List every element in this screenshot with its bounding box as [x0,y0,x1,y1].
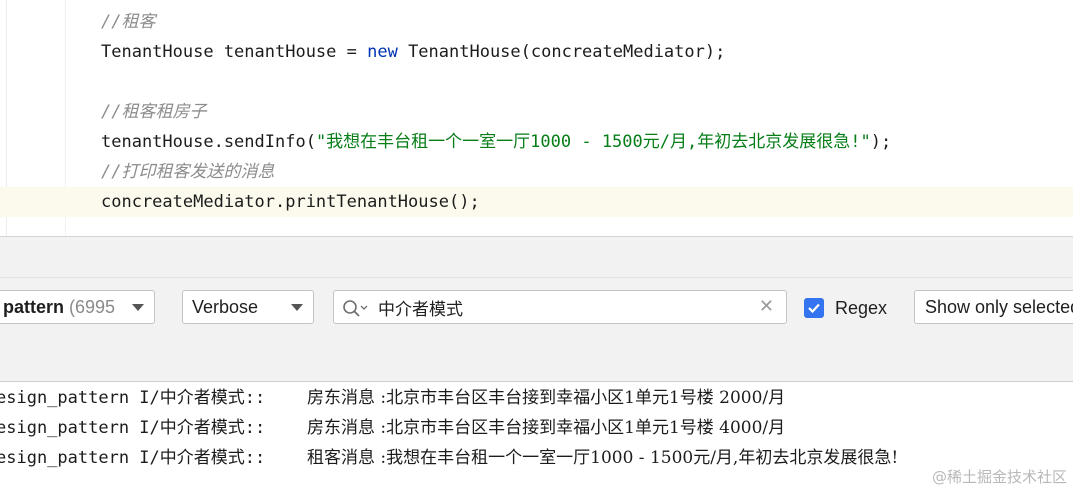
code-line[interactable] [0,67,1073,97]
code-text: //租客 [101,12,156,32]
logcat-header [0,237,1073,278]
code-text: tenantHouse.sendInfo("我想在丰台租一个一室一厅1000 -… [101,127,891,157]
search-field[interactable]: ✕ [333,290,787,324]
code-token: ); [870,132,892,152]
code-line[interactable]: concreateMediator.printTenantHouse(); [0,187,1073,217]
code-line[interactable]: } [0,217,1073,236]
log-level-label: Verbose [192,297,259,317]
logcat-toolbar: pattern (6995 Verbose ✕ Regex Show only … [0,278,1073,382]
watermark: @稀土掘金技术社区 [931,468,1067,486]
log-line[interactable]: esign_pattern I/中介者模式:: 租客消息 :我想在丰台租一个一室一… [0,443,1073,473]
search-icon[interactable] [342,297,368,323]
code-line[interactable]: //打印租客发送的消息 [0,157,1073,187]
regex-checkbox[interactable] [804,298,824,318]
process-label: pattern (6995 [3,297,116,317]
search-input[interactable] [378,293,748,321]
log-message: 租客消息 :我想在丰台租一个一室一厅1000 - 1500元/月,年初去北京发展… [307,448,899,468]
log-line[interactable]: esign_pattern I/中介者模式:: 房东消息 :北京市丰台区丰台接到幸… [0,413,1073,443]
filter-label: Show only selected [925,297,1073,317]
code-token: TenantHouse tenantHouse = [101,42,368,62]
log-level-select[interactable]: Verbose [182,290,314,324]
code-text: TenantHouse tenantHouse = new TenantHous… [101,37,725,67]
chevron-down-icon [132,304,144,311]
log-tag: esign_pattern I/中介者模式:: [0,418,266,438]
log-message: 房东消息 :北京市丰台区丰台接到幸福小区1单元1号楼 2000/月 [307,388,786,408]
chevron-down-icon [291,304,303,311]
code-token: TenantHouse(concreateMediator); [397,42,726,62]
code-line[interactable]: //租客租房子 [0,97,1073,127]
code-token: tenantHouse.sendInfo( [101,132,316,152]
code-line[interactable]: TenantHouse tenantHouse = new TenantHous… [0,37,1073,67]
log-message: 房东消息 :北京市丰台区丰台接到幸福小区1单元1号楼 4000/月 [307,418,786,438]
code-line[interactable]: //租客 [0,7,1073,37]
regex-label[interactable]: Regex [835,296,887,320]
code-text: concreateMediator.printTenantHouse(); [101,187,480,217]
code-editor[interactable]: //租客 TenantHouse tenantHouse = new Tenant… [0,0,1073,236]
log-tag: esign_pattern I/中介者模式:: [0,448,266,468]
code-text: //租客租房子 [101,102,207,122]
code-token: concreateMediator.printTenantHouse(); [101,192,480,212]
clear-icon[interactable]: ✕ [759,291,774,323]
log-tag: esign_pattern I/中介者模式:: [0,388,266,408]
code-token: "我想在丰台租一个一室一厅1000 - 1500元/月,年初去北京发展很急!" [315,132,871,152]
code-text: //打印租客发送的消息 [101,162,275,182]
log-line[interactable]: esign_pattern I/中介者模式:: 房东消息 :北京市丰台区丰台接到幸… [0,383,1073,413]
checkmark-icon [808,303,820,314]
log-output[interactable]: esign_pattern I/中介者模式:: 房东消息 :北京市丰台区丰台接到幸… [0,382,1073,493]
code-token: new [367,42,398,62]
process-select[interactable]: pattern (6995 [0,290,155,324]
filter-select[interactable]: Show only selected [914,290,1073,324]
code-line[interactable]: tenantHouse.sendInfo("我想在丰台租一个一室一厅1000 -… [0,127,1073,157]
